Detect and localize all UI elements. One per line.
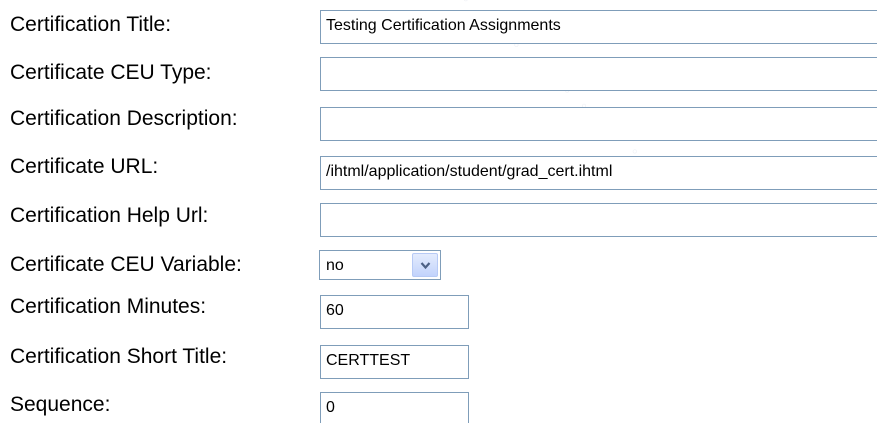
certification-description-input[interactable] [320, 107, 877, 141]
certification-form: ◦ ◦ ◦ ◦ ◦ ◦ ◦ ◦ ◦ ◦ ◦ ◦ Certification Ti… [0, 0, 877, 423]
dropdown-button[interactable] [412, 253, 438, 277]
certificate-ceu-variable-label: Certificate CEU Variable: [10, 253, 242, 276]
certification-title-input[interactable]: Testing Certification Assignments [320, 10, 877, 44]
certificate-ceu-variable-select[interactable]: no [319, 250, 441, 280]
sequence-input[interactable]: 0 [320, 392, 469, 423]
certification-help-url-input[interactable] [320, 203, 877, 237]
chevron-down-icon [420, 262, 431, 270]
certification-title-label: Certification Title: [10, 13, 172, 36]
certification-minutes-label: Certification Minutes: [10, 295, 207, 318]
sequence-label: Sequence: [10, 393, 111, 416]
certificate-ceu-type-label: Certificate CEU Type: [10, 61, 212, 84]
certification-minutes-input[interactable]: 60 [320, 295, 469, 329]
certificate-ceu-variable-value: no [326, 257, 344, 274]
certification-help-url-label: Certification Help Url: [10, 204, 209, 227]
certificate-ceu-type-input[interactable] [320, 57, 877, 91]
certificate-url-label: Certificate URL: [10, 155, 159, 178]
certification-short-title-input[interactable]: CERTTEST [320, 345, 469, 379]
certificate-url-input[interactable]: /ihtml/application/student/grad_cert.iht… [320, 156, 877, 190]
certification-description-label: Certification Description: [10, 107, 238, 130]
certification-short-title-label: Certification Short Title: [10, 345, 228, 368]
